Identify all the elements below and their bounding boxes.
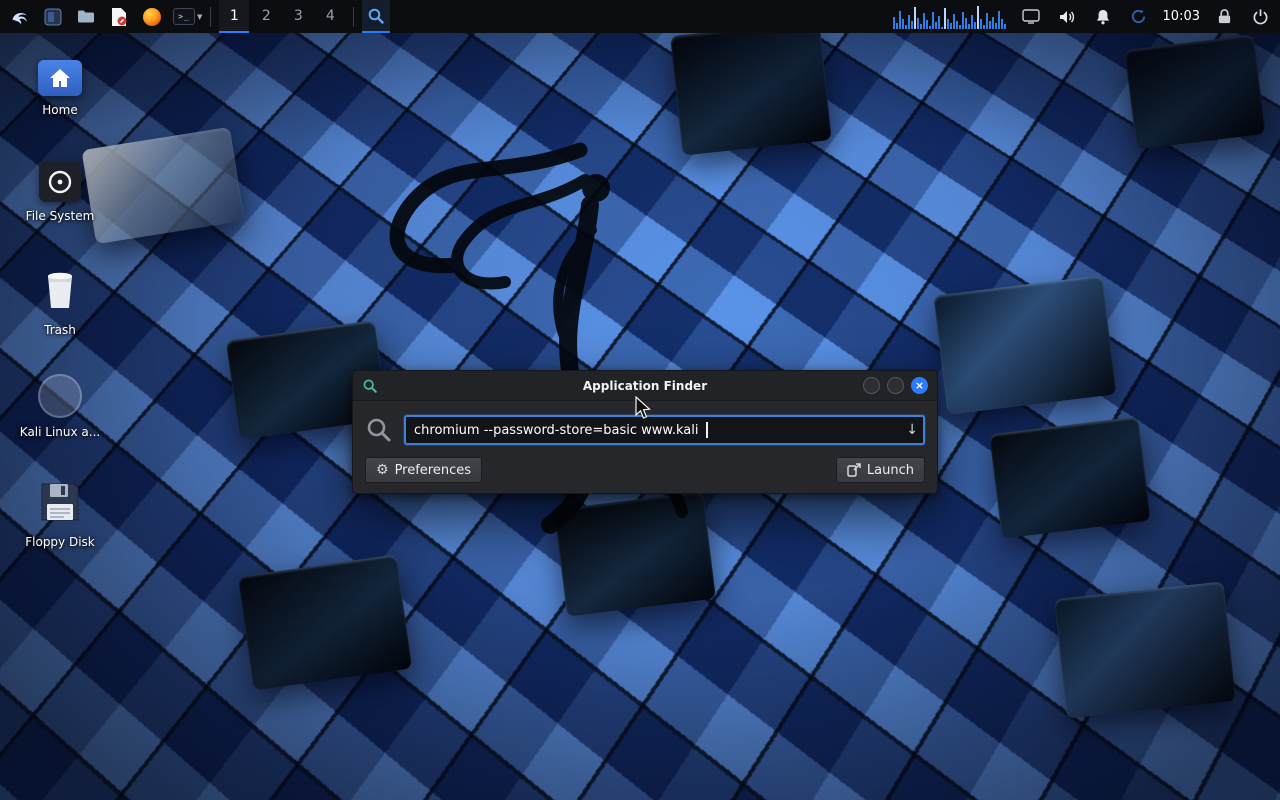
preferences-button[interactable]: ⚙ Preferences <box>365 457 482 483</box>
window-title: Application Finder <box>353 379 937 393</box>
trash-icon <box>40 268 80 316</box>
wallpaper-cube <box>1054 581 1236 718</box>
firefox-icon[interactable] <box>140 4 164 30</box>
updates-icon[interactable] <box>1127 4 1151 30</box>
workspace-3[interactable]: 3 <box>283 0 313 33</box>
search-input[interactable] <box>404 415 925 445</box>
launch-button-label: Launch <box>867 463 914 478</box>
wallpaper-cube <box>238 554 412 690</box>
desktop-icon-home[interactable]: Home <box>14 60 106 117</box>
logout-icon[interactable] <box>1248 4 1272 30</box>
wallpaper-cube <box>933 275 1116 415</box>
workspace-switcher: 1 2 3 4 <box>219 0 345 33</box>
display-icon[interactable] <box>1019 4 1043 30</box>
desktop-icon-label: Home <box>42 104 77 117</box>
kali-menu-icon[interactable] <box>8 4 32 30</box>
gear-icon: ⚙ <box>376 463 389 477</box>
wallpaper-cube <box>989 416 1151 538</box>
volume-icon[interactable] <box>1055 4 1079 30</box>
desktop-icon-trash[interactable]: Trash <box>14 268 106 337</box>
terminal-launcher[interactable]: >_ ▼ <box>173 4 202 30</box>
home-icon <box>38 60 82 96</box>
app-finder-launcher[interactable] <box>362 0 390 33</box>
floppy-disk-icon <box>38 480 82 528</box>
desktop-icon-kali-linux[interactable]: Kali Linux a... <box>14 374 106 439</box>
close-button[interactable]: × <box>911 377 928 394</box>
workspace-1[interactable]: 1 <box>219 0 249 33</box>
desktop-icon-label: File System <box>26 210 95 223</box>
terminal-icon: >_ <box>173 8 195 25</box>
panel-separator <box>353 7 354 27</box>
minimize-button[interactable] <box>863 377 880 394</box>
audio-spectrum-monitor[interactable] <box>893 3 1007 29</box>
file-system-icon <box>39 162 81 202</box>
desktop-icon-file-system[interactable]: File System <box>14 162 106 223</box>
desktop-icon-label: Floppy Disk <box>25 536 95 549</box>
wallpaper-cube <box>1124 34 1265 149</box>
mouse-cursor <box>634 396 654 420</box>
preferences-button-label: Preferences <box>395 463 471 478</box>
files-app-icon[interactable] <box>41 4 65 30</box>
workspace-4[interactable]: 4 <box>315 0 345 33</box>
window-icon <box>362 378 378 394</box>
desktop-icon-label: Trash <box>44 324 76 337</box>
search-icon <box>365 416 393 444</box>
search-icon <box>367 7 385 25</box>
text-caret <box>706 422 708 438</box>
launch-button[interactable]: Launch <box>836 457 925 483</box>
dropdown-arrow-icon[interactable]: ↓ <box>906 423 918 437</box>
desktop-icon-label: Kali Linux a... <box>20 426 100 439</box>
application-finder-window: Application Finder × ↓ <box>352 370 938 494</box>
panel-clock[interactable]: 10:03 <box>1163 9 1200 24</box>
kali-disc-icon <box>38 374 82 418</box>
desktop: >_ ▼ 1 2 3 4 <box>0 0 1280 800</box>
top-panel: >_ ▼ 1 2 3 4 <box>0 0 1280 33</box>
panel-separator <box>210 7 211 27</box>
notification-bell-icon[interactable] <box>1091 4 1115 30</box>
lock-icon[interactable] <box>1212 4 1236 30</box>
workspace-2[interactable]: 2 <box>251 0 281 33</box>
maximize-button[interactable] <box>887 377 904 394</box>
folder-icon[interactable] <box>74 4 98 30</box>
desktop-icon-floppy-disk[interactable]: Floppy Disk <box>14 480 106 549</box>
chevron-down-icon[interactable]: ▼ <box>197 13 202 21</box>
text-editor-icon[interactable] <box>107 4 131 30</box>
launch-icon <box>847 463 861 477</box>
